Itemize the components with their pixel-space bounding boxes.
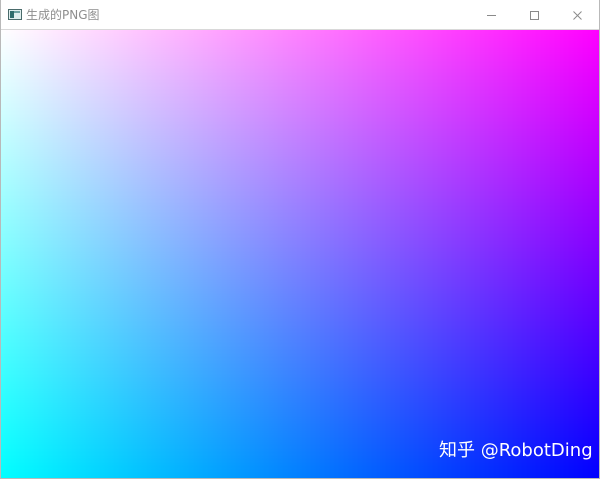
close-icon bbox=[572, 10, 582, 20]
close-button[interactable] bbox=[554, 0, 599, 30]
zhihu-watermark: 知乎 @RobotDing bbox=[439, 440, 593, 461]
minimize-icon bbox=[486, 14, 496, 16]
image-viewer-icon bbox=[8, 9, 22, 20]
maximize-icon bbox=[529, 10, 539, 20]
maximize-button[interactable] bbox=[511, 0, 557, 30]
title-bar[interactable]: 生成的PNG图 bbox=[1, 0, 599, 30]
gradient-blue-tint-layer bbox=[1, 30, 599, 478]
png-viewer-window: 生成的PNG图 知乎 @RobotDing bbox=[0, 0, 600, 479]
generated-png-canvas: 知乎 @RobotDing bbox=[1, 30, 599, 478]
minimize-button[interactable] bbox=[468, 0, 514, 30]
window-title: 生成的PNG图 bbox=[26, 8, 100, 22]
